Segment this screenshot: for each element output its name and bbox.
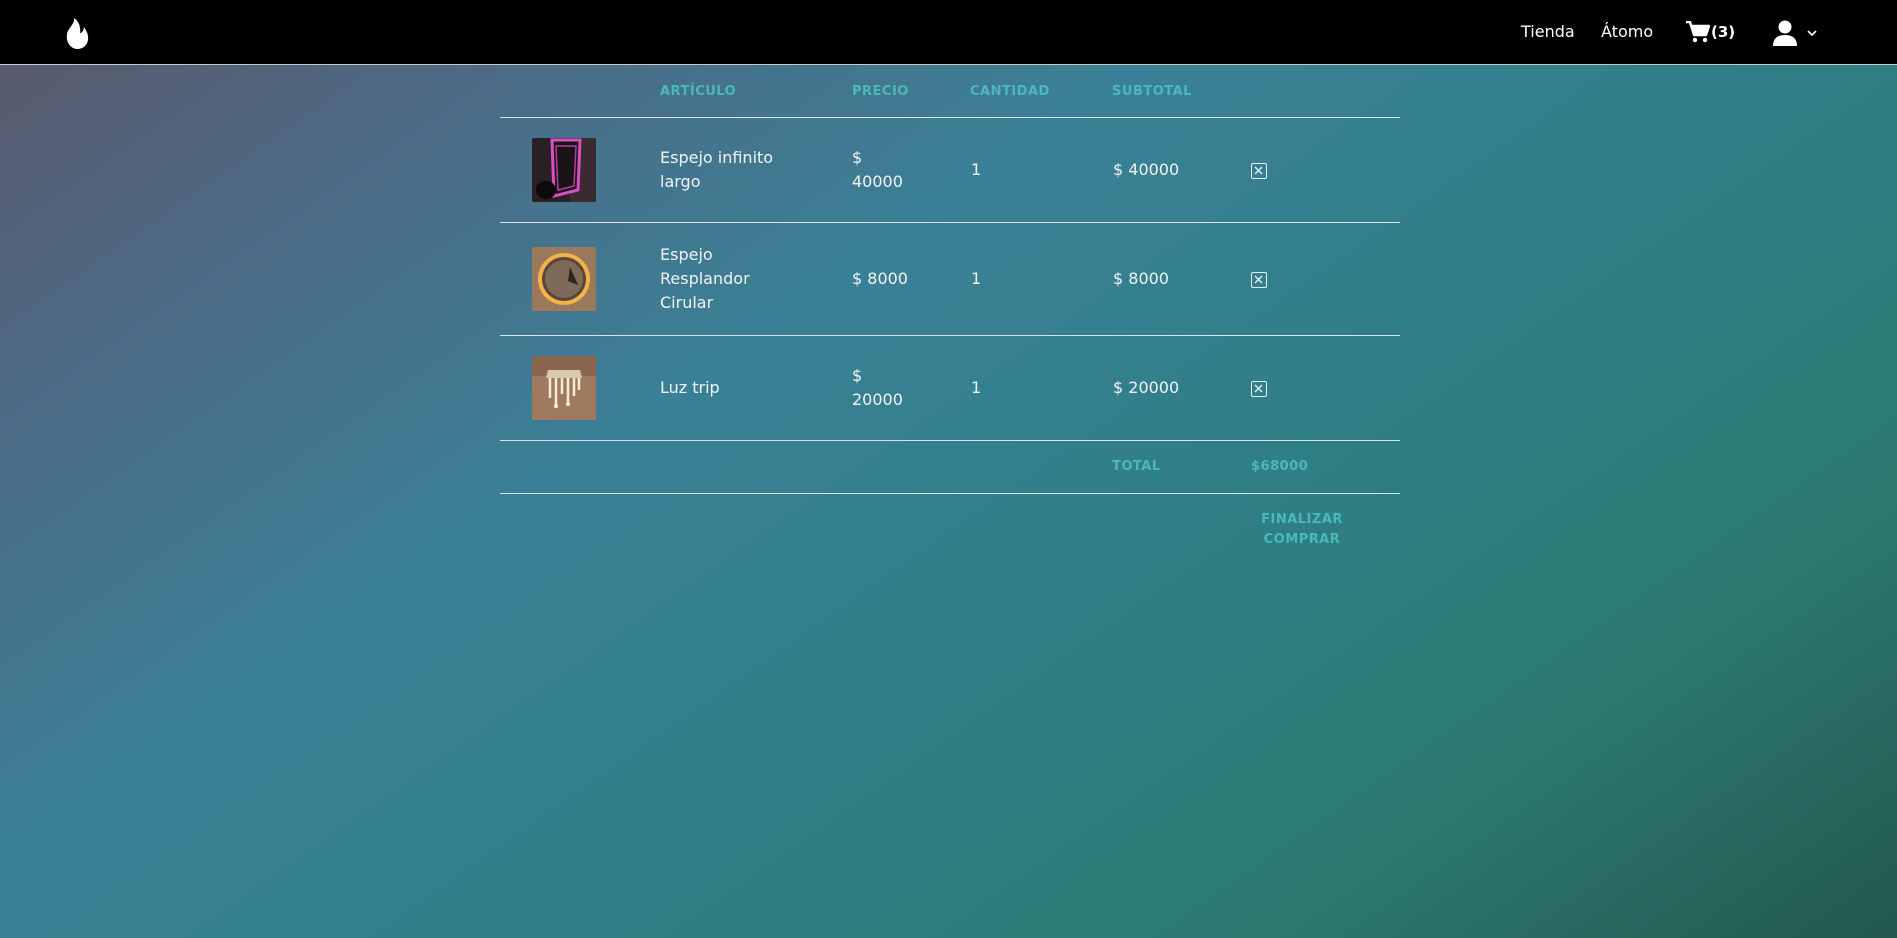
remove-item-icon <box>1254 275 1263 284</box>
product-name: Espejo Resplandor Cirular <box>660 245 750 312</box>
product-quantity: 1 <box>971 378 982 397</box>
product-image[interactable] <box>532 356 596 420</box>
table-row: Luz trip $ 20000 1 $ 20000 <box>500 336 1400 441</box>
cart-table: ARTÍCULO PRECIO CANTIDAD SUBTOTAL Espejo… <box>500 65 1400 564</box>
remove-item-button[interactable] <box>1251 381 1267 397</box>
checkout-button[interactable]: FINALIZAR COMPRAR <box>1252 510 1352 550</box>
chevron-down-icon <box>1807 29 1817 36</box>
table-row: Espejo infinito largo $ 40000 1 $ 40000 <box>500 118 1400 223</box>
user-menu[interactable] <box>1772 19 1817 46</box>
navbar: Tienda Átomo (3) <box>0 0 1897 65</box>
header-precio: PRECIO <box>852 84 909 99</box>
cart-icon <box>1686 21 1710 43</box>
cart-count: (3) <box>1711 23 1736 41</box>
product-subtotal: $ 40000 <box>1113 160 1180 179</box>
total-value: $68000 <box>1251 459 1309 474</box>
product-price: $ 20000 <box>852 366 903 409</box>
total-label: TOTAL <box>1112 459 1161 474</box>
header-articulo: ARTÍCULO <box>660 84 737 99</box>
product-subtotal: $ 20000 <box>1113 378 1180 397</box>
product-subtotal: $ 8000 <box>1113 269 1169 288</box>
product-quantity: 1 <box>971 160 982 179</box>
user-icon <box>1773 20 1797 46</box>
product-price: $ 8000 <box>852 269 908 288</box>
checkout-area: FINALIZAR COMPRAR <box>500 494 1400 564</box>
header-subtotal: SUBTOTAL <box>1112 84 1192 99</box>
header-cantidad: CANTIDAD <box>970 84 1050 99</box>
remove-item-button[interactable] <box>1251 272 1267 288</box>
remove-item-icon <box>1254 166 1263 175</box>
product-name: Luz trip <box>660 378 720 397</box>
product-image[interactable] <box>532 247 596 311</box>
remove-item-button[interactable] <box>1251 163 1267 179</box>
cart-button[interactable]: (3) <box>1686 20 1735 44</box>
product-price: $ 40000 <box>852 148 903 191</box>
table-row: Espejo Resplandor Cirular $ 8000 1 $ 800… <box>500 223 1400 336</box>
product-quantity: 1 <box>971 269 982 288</box>
total-row: TOTAL $68000 <box>500 441 1400 494</box>
flame-icon[interactable] <box>64 18 90 49</box>
nav-link-tienda[interactable]: Tienda <box>1521 22 1575 41</box>
table-header: ARTÍCULO PRECIO CANTIDAD SUBTOTAL <box>500 65 1400 118</box>
product-image[interactable] <box>532 138 596 202</box>
nav-link-atomo[interactable]: Átomo <box>1601 22 1653 41</box>
remove-item-icon <box>1254 384 1263 393</box>
product-name: Espejo infinito largo <box>660 148 774 191</box>
